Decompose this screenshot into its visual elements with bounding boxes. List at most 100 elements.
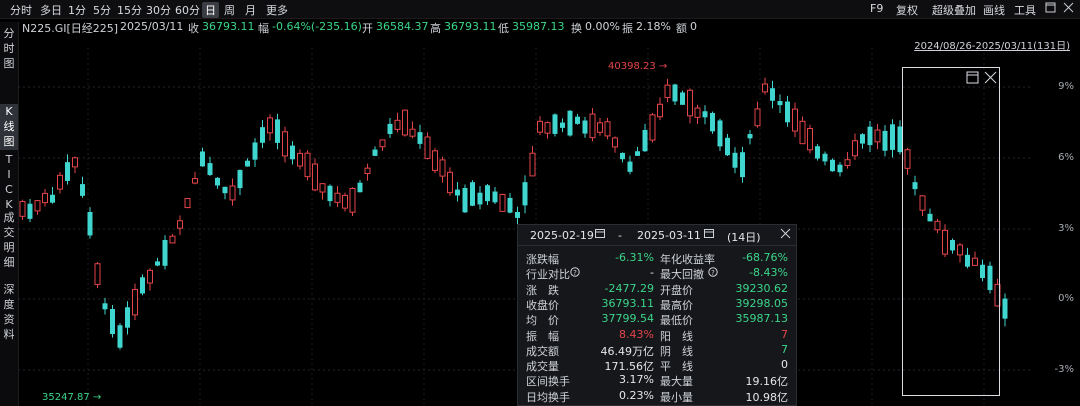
tab-intraday[interactable]: 分时: [10, 2, 32, 18]
overlay-button[interactable]: 超级叠加: [932, 2, 976, 18]
tab-5min[interactable]: 5分: [93, 2, 111, 18]
sidebar-item-in-depth[interactable]: 深 度 资 料: [0, 282, 18, 344]
candle-body: [372, 149, 378, 156]
calendar-icon[interactable]: [704, 228, 714, 241]
candle-body: [177, 220, 183, 229]
stat-label: 最大回撤: [660, 268, 704, 282]
candle-body: [837, 164, 843, 173]
sidebar-item-trade-detail[interactable]: 成 交 明 细: [0, 210, 18, 272]
help-icon[interactable]: ?: [570, 267, 580, 280]
stat-row: 涨跌幅 -6.31% 年化收益率 -68.76%: [518, 251, 796, 266]
sidebar-item-tick[interactable]: T I C K: [0, 152, 18, 214]
candle-body: [394, 119, 401, 130]
candle-body: [785, 101, 790, 123]
candle-body: [702, 111, 708, 118]
sidebar-item-kline[interactable]: K 线 图: [0, 104, 18, 150]
candle-body: [762, 83, 768, 93]
stat-value: -6.31%: [615, 251, 654, 264]
svg-text:?: ?: [711, 269, 715, 277]
close-icon[interactable]: [984, 69, 997, 88]
candle-body: [507, 197, 513, 213]
tab-day[interactable]: 日: [202, 2, 219, 18]
tab-1min[interactable]: 1分: [68, 2, 86, 18]
candle-body: [424, 136, 431, 159]
change-value: -0.64%(-235.16): [272, 20, 362, 33]
close-icon[interactable]: [780, 228, 791, 242]
candle-body: [349, 188, 356, 213]
quote-info-bar: N225.GI[日经225] 2025/03/11 收 36793.11 幅 -…: [0, 18, 1080, 36]
panel-header: 2025-02-19 - 2025-03-11 (14日): [518, 225, 796, 246]
tab-15min[interactable]: 15分: [117, 2, 142, 18]
selection-controls: [966, 69, 1000, 84]
f9-button[interactable]: F9: [870, 2, 883, 15]
candle-body: [635, 151, 640, 156]
stat-value: 7: [781, 327, 788, 341]
candle-body: [439, 159, 446, 177]
candle-body: [327, 185, 333, 202]
stat-label: 最低价: [660, 314, 693, 328]
candle-body: [822, 153, 828, 162]
candle-body: [852, 140, 858, 157]
candle-body: [544, 122, 551, 134]
tab-60min[interactable]: 60分: [175, 2, 200, 18]
candle-body: [680, 92, 685, 105]
candle-body: [470, 182, 475, 206]
candle-body: [867, 126, 873, 146]
candle-body: [604, 121, 611, 137]
selection-box[interactable]: [902, 67, 1000, 396]
y-tick: 9%: [1058, 81, 1074, 92]
stat-value: 171.56亿: [604, 360, 655, 374]
candle-body: [515, 211, 520, 218]
stat-label: 涨跌幅: [526, 253, 559, 266]
candle-body: [477, 192, 483, 205]
calendar-icon[interactable]: [595, 228, 605, 241]
candle-body: [710, 112, 715, 132]
candle-body: [94, 263, 101, 285]
tab-30min[interactable]: 30分: [146, 2, 171, 18]
stat-label: 日均换手: [526, 390, 570, 404]
draw-line-button[interactable]: 画线: [983, 2, 1005, 18]
candle-body: [297, 152, 303, 167]
candle-body: [80, 184, 85, 196]
close-value: 36793.11: [202, 20, 255, 33]
tab-multi-day[interactable]: 多日: [40, 2, 62, 18]
stat-value: 36793.11: [601, 296, 655, 310]
candle-body: [290, 145, 295, 160]
stat-value: 10.98亿: [745, 390, 789, 404]
max-price-marker: 40398.23 →: [608, 61, 668, 72]
stat-label: 阴 线: [660, 344, 693, 358]
candle-body: [649, 114, 656, 141]
tab-week[interactable]: 周: [224, 2, 235, 18]
candle-body: [387, 123, 393, 135]
candle-body: [612, 137, 618, 148]
candle-body: [184, 197, 191, 209]
candle-body: [125, 307, 130, 328]
tools-button[interactable]: 工具: [1014, 2, 1036, 18]
restore-icon[interactable]: [1044, 2, 1056, 14]
candle-body: [207, 163, 213, 175]
sidebar-item-intraday[interactable]: 分 时 图: [0, 26, 18, 72]
tab-more[interactable]: 更多: [266, 2, 288, 18]
quote-date: 2025/03/11: [120, 20, 184, 33]
start-date[interactable]: 2025-02-19: [530, 229, 594, 242]
end-date[interactable]: 2025-03-11: [637, 229, 701, 242]
window-icon[interactable]: [966, 69, 979, 88]
stat-value: -2477.29: [604, 281, 654, 295]
stat-label: 区间换手: [526, 375, 570, 389]
candle-body: [132, 289, 138, 316]
candle-body: [222, 186, 228, 194]
help-icon[interactable]: ?: [708, 267, 718, 280]
stat-value: 39298.05: [735, 296, 789, 310]
close-icon[interactable]: [1062, 2, 1074, 14]
candle-body: [620, 152, 625, 160]
candle-body: [260, 127, 265, 143]
stat-label: 行业对比: [526, 268, 570, 282]
candle-body: [1002, 298, 1008, 319]
adjust-button[interactable]: 复权: [896, 2, 918, 18]
candle-body: [87, 211, 93, 236]
y-tick: 0%: [1058, 293, 1074, 304]
candle-body: [334, 192, 341, 203]
tab-month[interactable]: 月: [245, 2, 256, 18]
open-label: 开: [362, 22, 373, 35]
candle-body: [627, 161, 633, 172]
